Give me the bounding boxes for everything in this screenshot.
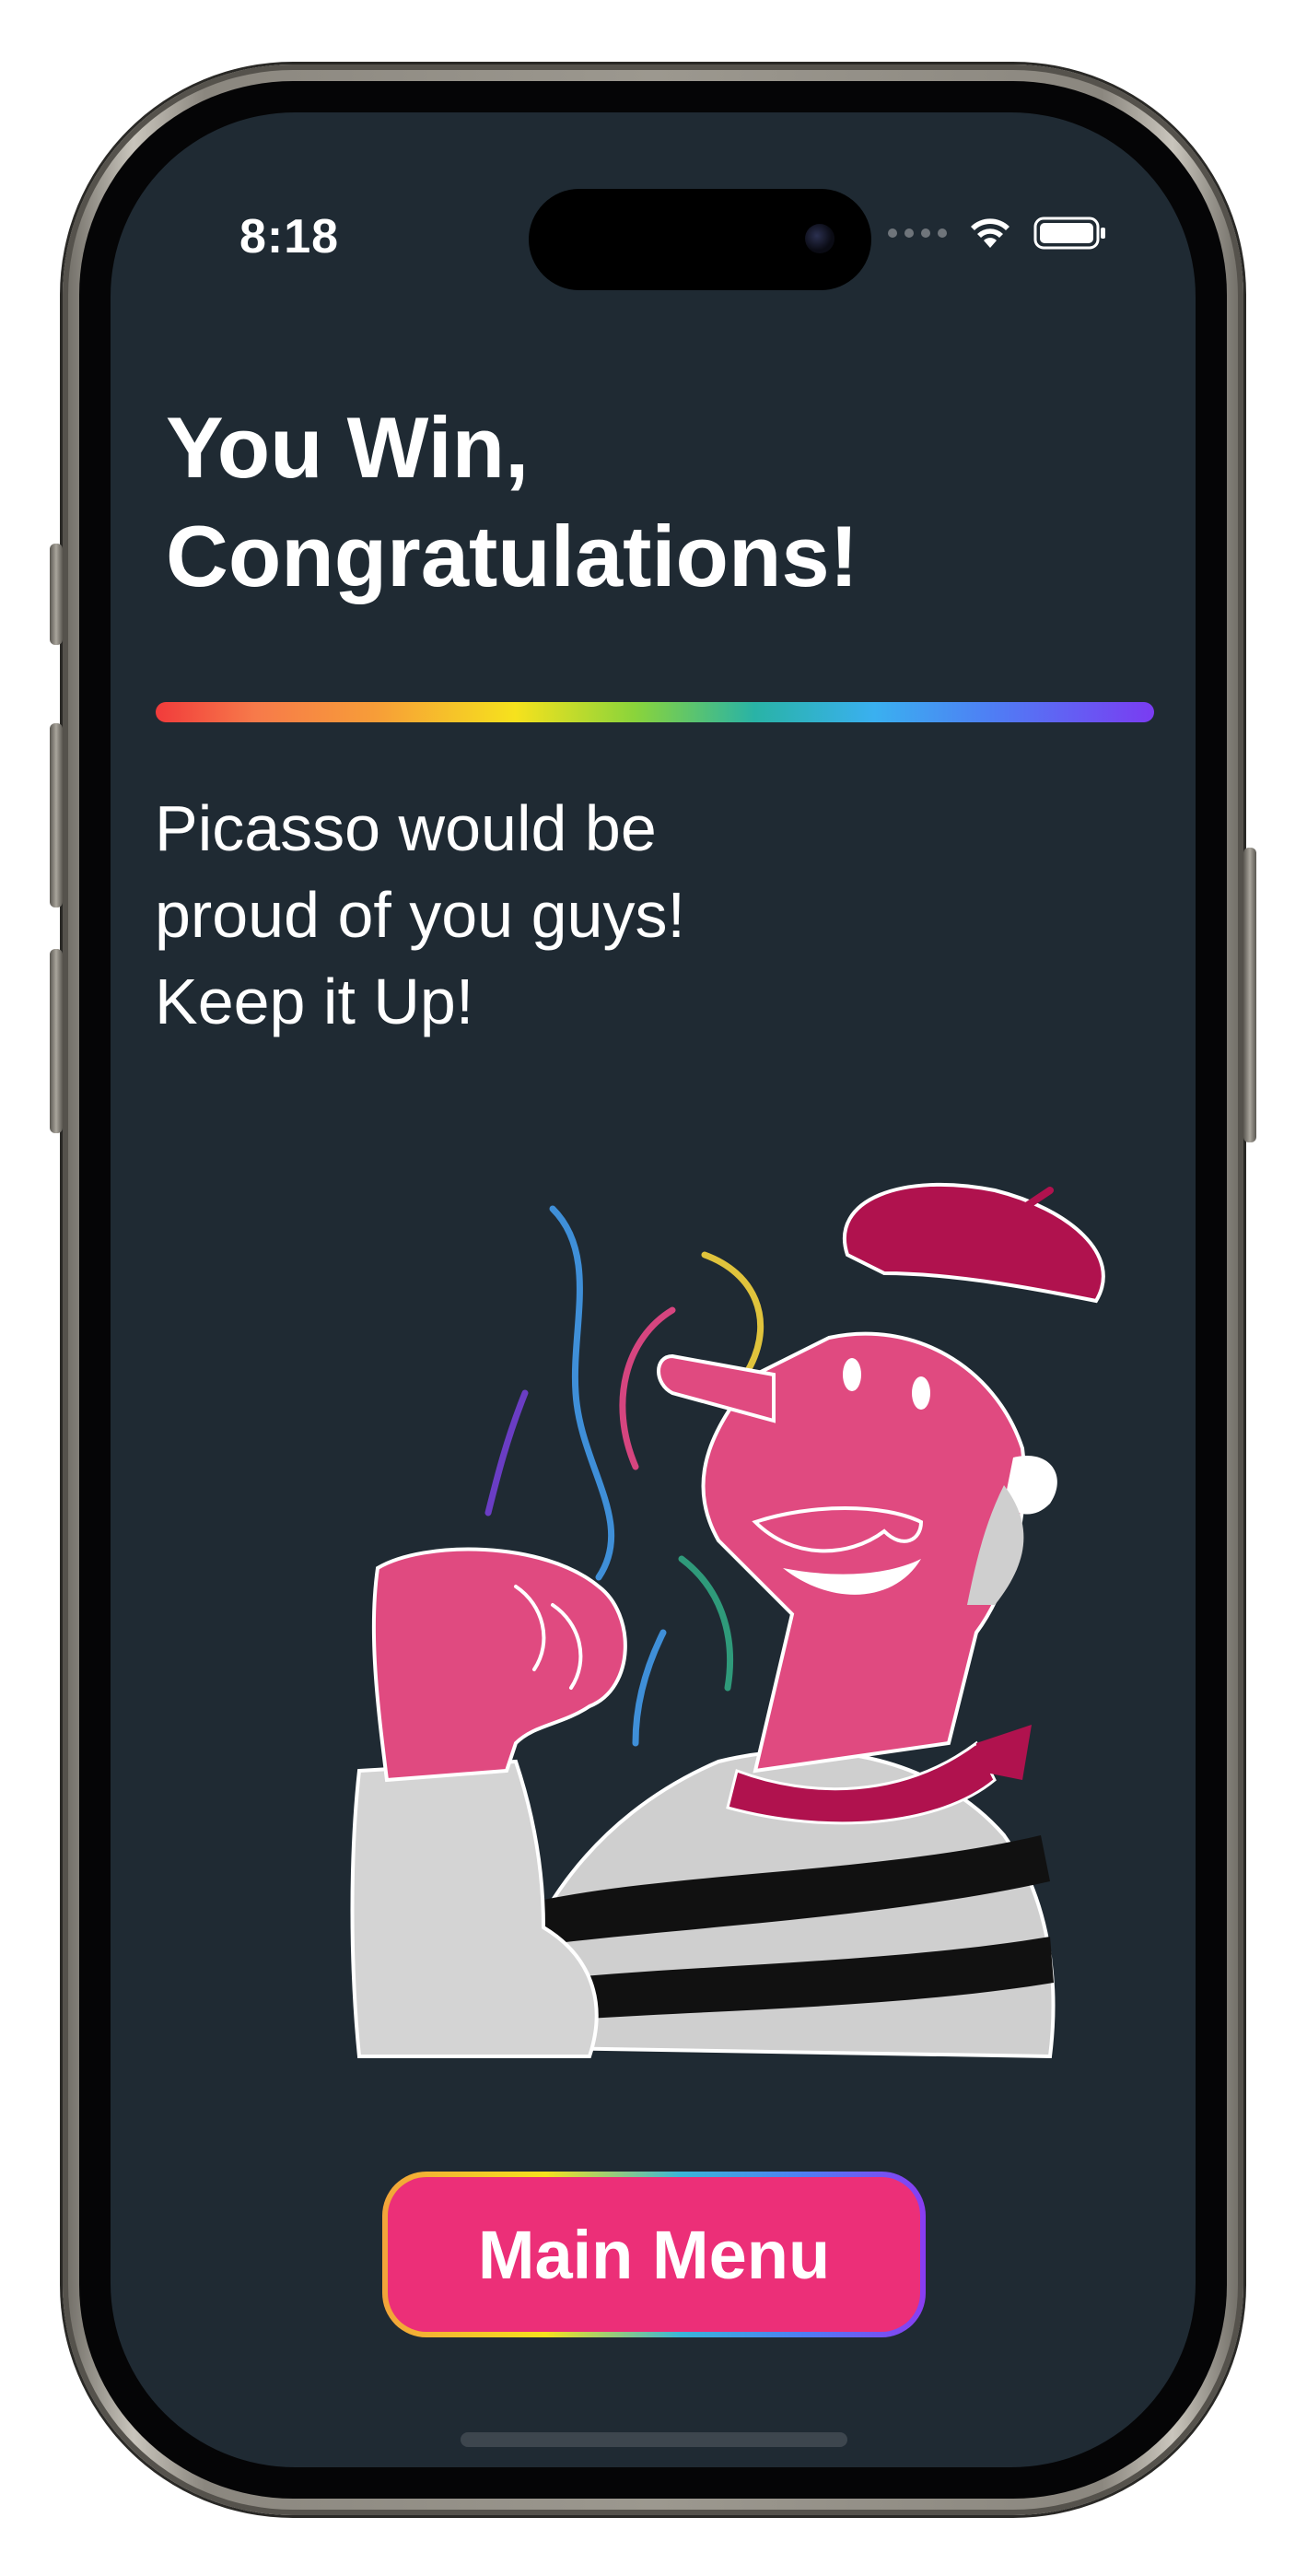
win-message: Picasso would be proud of you guys! Keep… [155, 785, 873, 1045]
title-line: You Win, [166, 399, 530, 496]
page-title: You Win, Congratulations! [166, 393, 1087, 611]
action-button[interactable] [50, 544, 63, 645]
status-indicators [888, 216, 1107, 251]
title-line: Congratulations! [166, 508, 858, 604]
volume-up-button[interactable] [50, 723, 63, 907]
main-menu-button-border: Main Menu [382, 2172, 926, 2337]
wifi-icon [971, 218, 1009, 248]
message-line: Keep it Up! [155, 966, 474, 1037]
status-time: 8:18 [239, 210, 340, 263]
power-button[interactable] [1243, 848, 1256, 1142]
dynamic-island [529, 189, 871, 290]
battery-icon [1033, 217, 1105, 250]
artist-beret-illustration [350, 1182, 1105, 2059]
app-screen: 8:18 You Win, Congratulations! Picasso w… [111, 112, 1196, 2467]
home-indicator[interactable] [461, 2432, 847, 2447]
main-menu-button[interactable]: Main Menu [388, 2177, 920, 2332]
front-camera-icon [805, 224, 834, 253]
message-line: proud of you guys! [155, 879, 685, 951]
volume-down-button[interactable] [50, 949, 63, 1133]
message-line: Picasso would be [155, 792, 657, 864]
phone-frame: 8:18 You Win, Congratulations! Picasso w… [50, 64, 1256, 2515]
rainbow-divider [156, 702, 1154, 722]
cellular-dots-icon [888, 228, 947, 238]
